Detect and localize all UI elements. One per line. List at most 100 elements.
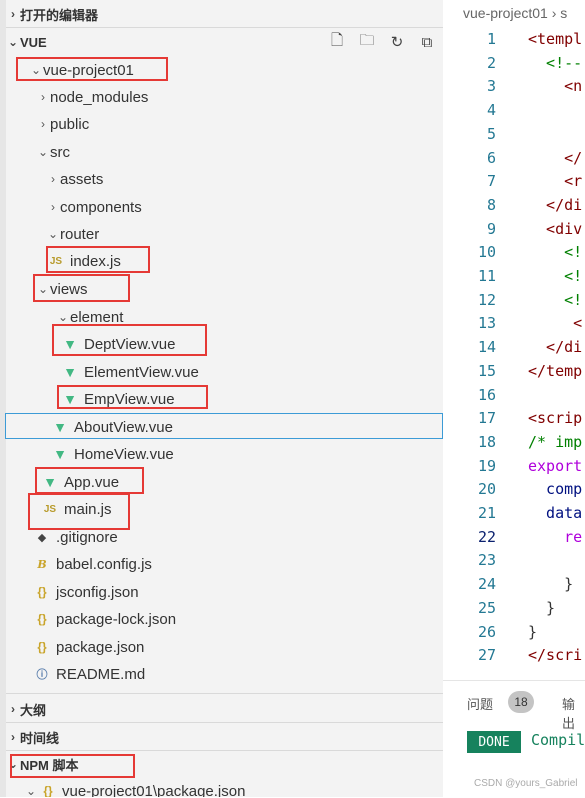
tree-item-label: README.md [56, 665, 146, 683]
code-line[interactable]: <n [528, 77, 582, 95]
tree-item-label: HomeView.vue [74, 445, 174, 463]
line-number: 26 [477, 622, 496, 641]
code-line[interactable]: comp [528, 480, 582, 498]
tree-item-label: package-lock.json [56, 610, 177, 628]
code-line[interactable]: </di [528, 196, 582, 214]
tree-item[interactable]: ⌄ router [46, 221, 99, 247]
new-file-icon[interactable]: 🗋 [325, 31, 349, 53]
tree-item[interactable]: {} package-lock.json [32, 606, 176, 632]
tree-item-label: element [70, 308, 124, 326]
chevron-right-icon: › [11, 7, 15, 21]
breadcrumb[interactable]: vue-project01 › s [463, 5, 567, 21]
code-line[interactable]: < [528, 314, 582, 332]
tree-item[interactable]: › assets [46, 166, 103, 192]
tree-item[interactable]: {} package.json [32, 634, 144, 660]
tree-item-label: router [60, 225, 100, 243]
tree-item[interactable]: Bbabel.config.js [32, 551, 152, 577]
line-number: 10 [477, 243, 496, 262]
highlight-box [10, 754, 135, 778]
chevron-down-icon: ⌄ [25, 784, 37, 797]
line-number: 6 [486, 148, 496, 167]
new-folder-icon[interactable]: 🗀 [355, 31, 379, 53]
tree-item[interactable]: › node_modules [36, 84, 148, 110]
code-line[interactable]: </scri [528, 646, 582, 664]
tree-item-label: babel.config.js [56, 555, 152, 573]
code-line[interactable]: /* imp [528, 433, 582, 451]
code-line[interactable]: </ [528, 149, 582, 167]
json-icon: {} [43, 784, 53, 797]
code-line[interactable]: </di [528, 338, 582, 356]
code-line[interactable]: </temp [528, 362, 582, 380]
line-number: 21 [477, 504, 496, 522]
tree-item[interactable]: ▼ ElementView.vue [60, 359, 199, 385]
highlight-box [28, 493, 130, 530]
code-line[interactable]: export [528, 457, 582, 475]
highlight-box [35, 467, 144, 494]
chevron-down-icon: ⌄ [37, 145, 49, 159]
project-section-label: VUE [20, 34, 47, 50]
code-line[interactable]: } [528, 599, 555, 617]
line-number: 25 [477, 598, 496, 617]
highlight-box [16, 57, 168, 81]
chevron-right-icon: › [51, 200, 55, 214]
line-number: 14 [477, 338, 496, 357]
code-line[interactable]: } [528, 575, 573, 593]
tree-item[interactable]: ⌄ src [36, 139, 70, 165]
highlight-box [52, 324, 207, 356]
code-line[interactable]: } [528, 623, 537, 641]
timeline-header[interactable]: › 时间线 [6, 724, 59, 750]
highlight-box [33, 274, 130, 302]
tree-item[interactable]: › public [36, 111, 89, 137]
json-icon: {} [37, 612, 47, 626]
git-icon: ◆ [37, 531, 47, 544]
code-line[interactable]: <! [528, 243, 582, 261]
open-editors-header[interactable]: › 打开的编辑器 [6, 1, 98, 27]
tree-item[interactable]: › components [46, 194, 142, 220]
code-line[interactable]: <templ [528, 30, 582, 48]
code-line[interactable]: <scrip [528, 409, 582, 427]
code-line[interactable]: data [528, 504, 582, 522]
code-line[interactable]: <!-- [528, 54, 582, 72]
line-number: 9 [486, 219, 496, 238]
line-number: 20 [477, 480, 496, 499]
tab-output[interactable]: 输出 [562, 694, 585, 732]
code-line[interactable]: <! [528, 267, 582, 285]
watermark: CSDN @yours_Gabriel [474, 778, 578, 789]
line-number: 5 [486, 124, 496, 143]
collapse-all-icon[interactable]: ⧉ [415, 31, 439, 53]
tree-item[interactable]: ⓘ README.md [32, 661, 146, 687]
line-number: 22 [477, 527, 496, 546]
line-number: 1 [486, 30, 496, 48]
tree-item-label: assets [60, 170, 104, 188]
outline-header[interactable]: › 大纲 [6, 696, 46, 722]
line-number: 19 [477, 456, 496, 475]
line-number: 12 [477, 290, 496, 309]
code-line[interactable]: re [528, 528, 582, 546]
code-line[interactable]: <div [528, 220, 582, 238]
tree-item-label: jsconfig.json [56, 583, 139, 601]
tab-problems[interactable]: 问题 [467, 694, 493, 713]
timeline-label: 时间线 [20, 730, 60, 746]
open-editors-label: 打开的编辑器 [20, 7, 99, 23]
line-number: 13 [477, 314, 496, 333]
tree-item[interactable]: ▼ HomeView.vue [50, 441, 174, 467]
tree-item-label: src [50, 143, 70, 161]
refresh-icon[interactable]: ↻ [385, 31, 409, 53]
code-line[interactable]: <! [528, 291, 582, 309]
code-line[interactable]: <r [528, 172, 582, 190]
line-number: 8 [486, 195, 496, 214]
done-badge: DONE [467, 731, 521, 753]
chevron-right-icon: › [11, 702, 15, 716]
npm-package-item[interactable]: ⌄ {} vue-project01\package.json [24, 778, 245, 798]
divider [6, 722, 443, 723]
outline-label: 大纲 [20, 702, 47, 718]
tree-item[interactable]: {} jsconfig.json [32, 579, 139, 605]
explorer-toolbar: 🗋 🗀 ↻ ⧉ [325, 31, 439, 53]
babel-icon: B [37, 557, 47, 571]
info-icon: ⓘ [36, 669, 48, 681]
line-number: 17 [477, 409, 496, 428]
project-section-header[interactable]: ⌄ VUE [6, 29, 47, 55]
chevron-right-icon: › [41, 90, 45, 104]
json-icon: {} [37, 640, 47, 654]
tree-item-label: package.json [56, 638, 145, 656]
